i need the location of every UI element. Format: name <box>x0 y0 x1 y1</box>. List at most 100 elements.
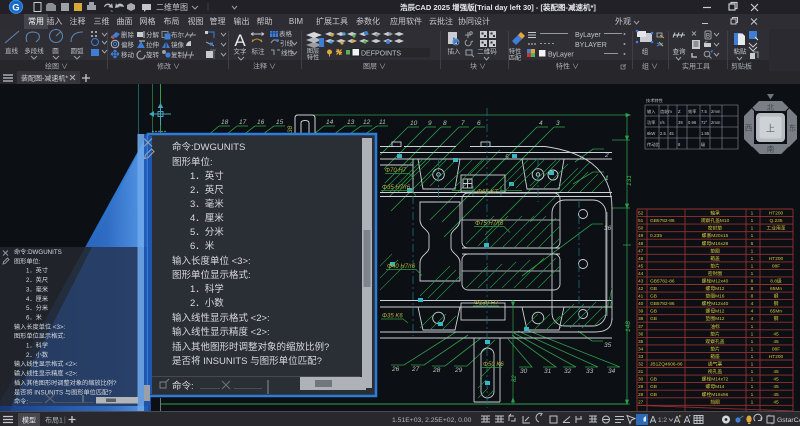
svg-text:特性: 特性 <box>307 54 319 62</box>
svg-text:GB: GB <box>650 392 657 398</box>
svg-text:Φ75 H7/r6: Φ75 H7/r6 <box>475 221 504 227</box>
svg-text:08F: 08F <box>772 263 780 269</box>
svg-text:1: 1 <box>751 362 754 368</box>
svg-text:是否将 INSUNITS 与图形单位匹配?: 是否将 INSUNITS 与图形单位匹配? <box>172 355 322 367</box>
svg-text:图形单位:: 图形单位: <box>172 156 213 168</box>
svg-text:26: 26 <box>391 366 400 373</box>
svg-text:ByLayer: ByLayer <box>548 52 574 59</box>
svg-text:29: 29 <box>638 384 644 390</box>
svg-text:通气塞: 通气塞 <box>708 361 723 368</box>
svg-text:7.5: 7.5 <box>701 109 707 114</box>
svg-text:轴承: 轴承 <box>710 210 720 217</box>
svg-text:39: 39 <box>638 309 644 315</box>
svg-text:1: 1 <box>751 256 754 262</box>
svg-text:45: 45 <box>773 399 779 405</box>
svg-text:DEFPOINTS: DEFPOINTS <box>361 51 401 58</box>
svg-text:44: 44 <box>638 271 644 277</box>
svg-text:6: 6 <box>751 241 754 247</box>
svg-text:39: 39 <box>678 120 683 125</box>
svg-text:51: 51 <box>638 218 644 224</box>
svg-text:7: 7 <box>461 120 465 127</box>
svg-text:GB5782-86: GB5782-86 <box>650 279 675 285</box>
svg-text:二维码: 二维码 <box>477 47 497 56</box>
svg-text:3: 3 <box>556 120 560 127</box>
svg-text:螺栓M16x56: 螺栓M16x56 <box>702 391 729 398</box>
svg-text:31: 31 <box>638 369 644 375</box>
svg-text:12: 12 <box>363 119 371 126</box>
svg-text:1．科学: 1．科学 <box>26 342 48 350</box>
svg-text:上: 上 <box>766 124 775 134</box>
svg-text:48: 48 <box>638 241 644 247</box>
svg-text:A: A <box>234 31 246 50</box>
svg-text:40: 40 <box>638 301 644 307</box>
svg-text:42: 42 <box>638 286 644 292</box>
svg-text:65Mn: 65Mn <box>770 286 782 292</box>
svg-text:43: 43 <box>638 279 644 285</box>
svg-text:输入长度单位 <3>:: 输入长度单位 <3>: <box>14 323 66 331</box>
svg-text:33: 33 <box>638 354 644 360</box>
svg-text:GB: GB <box>650 294 657 300</box>
svg-text:GB5782-86: GB5782-86 <box>650 301 675 307</box>
svg-text:组 ∨: 组 ∨ <box>642 62 658 71</box>
svg-text:偏移: 偏移 <box>121 40 135 49</box>
svg-text:45: 45 <box>773 377 779 383</box>
svg-text:GB5782-86: GB5782-86 <box>650 218 675 224</box>
svg-text:Φ130 H7: Φ130 H7 <box>474 301 499 307</box>
svg-text:6: 6 <box>477 120 481 127</box>
svg-text:65Mn: 65Mn <box>770 309 782 315</box>
svg-text:模型: 模型 <box>22 416 36 425</box>
svg-text:45: 45 <box>773 384 779 390</box>
svg-text:4: 4 <box>751 309 754 315</box>
svg-text:38: 38 <box>287 125 294 133</box>
svg-text:Φ35 H7/r6: Φ35 H7/r6 <box>382 185 411 191</box>
svg-text:1: 1 <box>751 369 754 375</box>
svg-text:箱座: 箱座 <box>710 353 720 360</box>
svg-text:41: 41 <box>638 294 644 300</box>
svg-text:HT200: HT200 <box>769 256 784 262</box>
svg-text:2．小数: 2．小数 <box>26 351 49 359</box>
svg-text:是否将 INSUNITS 与图形单位匹配?: 是否将 INSUNITS 与图形单位匹配? <box>14 388 112 396</box>
svg-text:1: 1 <box>751 248 754 254</box>
svg-text:HT200: HT200 <box>769 211 784 217</box>
svg-text:13: 13 <box>347 119 355 126</box>
svg-text:B: B <box>706 34 710 40</box>
svg-text:浩辰CAD 2025 增强版[Trial day left: 浩辰CAD 2025 增强版[Trial day left 30] - [装配图… <box>400 2 596 12</box>
svg-text:粘贴: 粘贴 <box>734 47 748 56</box>
svg-text:西: 西 <box>745 124 753 133</box>
svg-text:钢: 钢 <box>774 315 779 322</box>
svg-text:剪贴板: 剪贴板 <box>731 62 752 71</box>
svg-text:|: | <box>64 417 66 424</box>
svg-text:18: 18 <box>221 119 229 126</box>
svg-text:螺母M16x28: 螺母M16x28 <box>702 240 729 247</box>
svg-text:Φ50 K6: Φ50 K6 <box>483 362 504 368</box>
svg-text:组: 组 <box>642 47 649 56</box>
svg-text:实用工具: 实用工具 <box>682 62 710 71</box>
svg-text:50: 50 <box>638 226 644 232</box>
svg-text:10: 10 <box>410 120 418 127</box>
svg-text:1: 1 <box>751 399 754 405</box>
svg-text:6．米: 6．米 <box>26 314 42 322</box>
svg-text:删除: 删除 <box>121 30 135 39</box>
svg-text:输入: 输入 <box>647 108 656 115</box>
svg-text:垫片: 垫片 <box>710 330 720 337</box>
svg-text:3．毫米: 3．毫米 <box>26 285 48 293</box>
svg-text:插入其他图形时调整对象的缩放比例?: 插入其他图形时调整对象的缩放比例? <box>172 341 329 353</box>
svg-text:插入: 插入 <box>448 47 462 56</box>
svg-text:1．英寸: 1．英寸 <box>26 267 48 275</box>
svg-text:1: 1 <box>751 384 754 390</box>
svg-text:47: 47 <box>638 248 644 254</box>
svg-text:多段线: 多段线 <box>24 46 44 55</box>
svg-text:Φ65 K7: Φ65 K7 <box>477 190 498 196</box>
svg-text:11: 11 <box>379 119 386 126</box>
svg-text:34: 34 <box>638 346 644 352</box>
svg-text:输入线性显示精度 <2>:: 输入线性显示精度 <2>: <box>172 326 270 338</box>
svg-text:35: 35 <box>638 339 644 345</box>
svg-text:密封圈: 密封圈 <box>708 270 723 277</box>
svg-text:1: 1 <box>751 354 754 360</box>
svg-text:3．毫米: 3．毫米 <box>190 198 224 210</box>
svg-text:45: 45 <box>773 369 779 375</box>
svg-text:1: 1 <box>751 339 754 345</box>
svg-text:GB: GB <box>650 384 657 390</box>
svg-text:绘图 ∨: 绘图 ∨ <box>45 62 68 71</box>
svg-text:圆: 圆 <box>52 47 59 55</box>
